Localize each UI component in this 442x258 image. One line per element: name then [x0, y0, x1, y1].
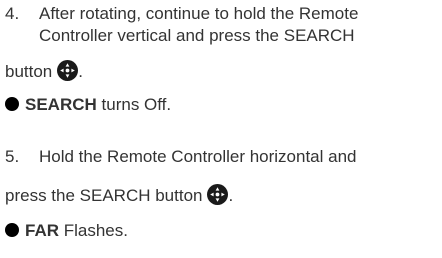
step-text-line: button [5, 62, 53, 81]
sentence-period: . [228, 186, 234, 205]
result-keyword: SEARCH [25, 95, 97, 114]
step-text-line: After rotating, continue to hold the Rem… [39, 4, 359, 23]
result-keyword: FAR [25, 221, 59, 240]
result-text: Flashes. [59, 221, 128, 240]
bullet-icon [5, 223, 19, 237]
step-number: 5. [5, 147, 20, 166]
bullet-icon [5, 97, 19, 111]
search-button-icon [207, 184, 229, 205]
step-text-line-with-icon: button . [5, 60, 83, 82]
step-text-line: Hold the Remote Controller horizontal an… [39, 147, 357, 166]
sentence-period: . [78, 62, 83, 81]
step-result: SEARCH turns Off. [5, 95, 171, 115]
step-number: 4. [5, 4, 20, 23]
step-text-line: press the SEARCH button [5, 186, 203, 205]
step-text-line-with-icon: press the SEARCH button . [5, 184, 233, 206]
step-text-line: Controller vertical and press the SEARCH [39, 26, 355, 45]
result-text: turns Off. [96, 95, 172, 114]
step-result: FAR Flashes. [5, 221, 128, 241]
search-button-icon [57, 60, 79, 81]
